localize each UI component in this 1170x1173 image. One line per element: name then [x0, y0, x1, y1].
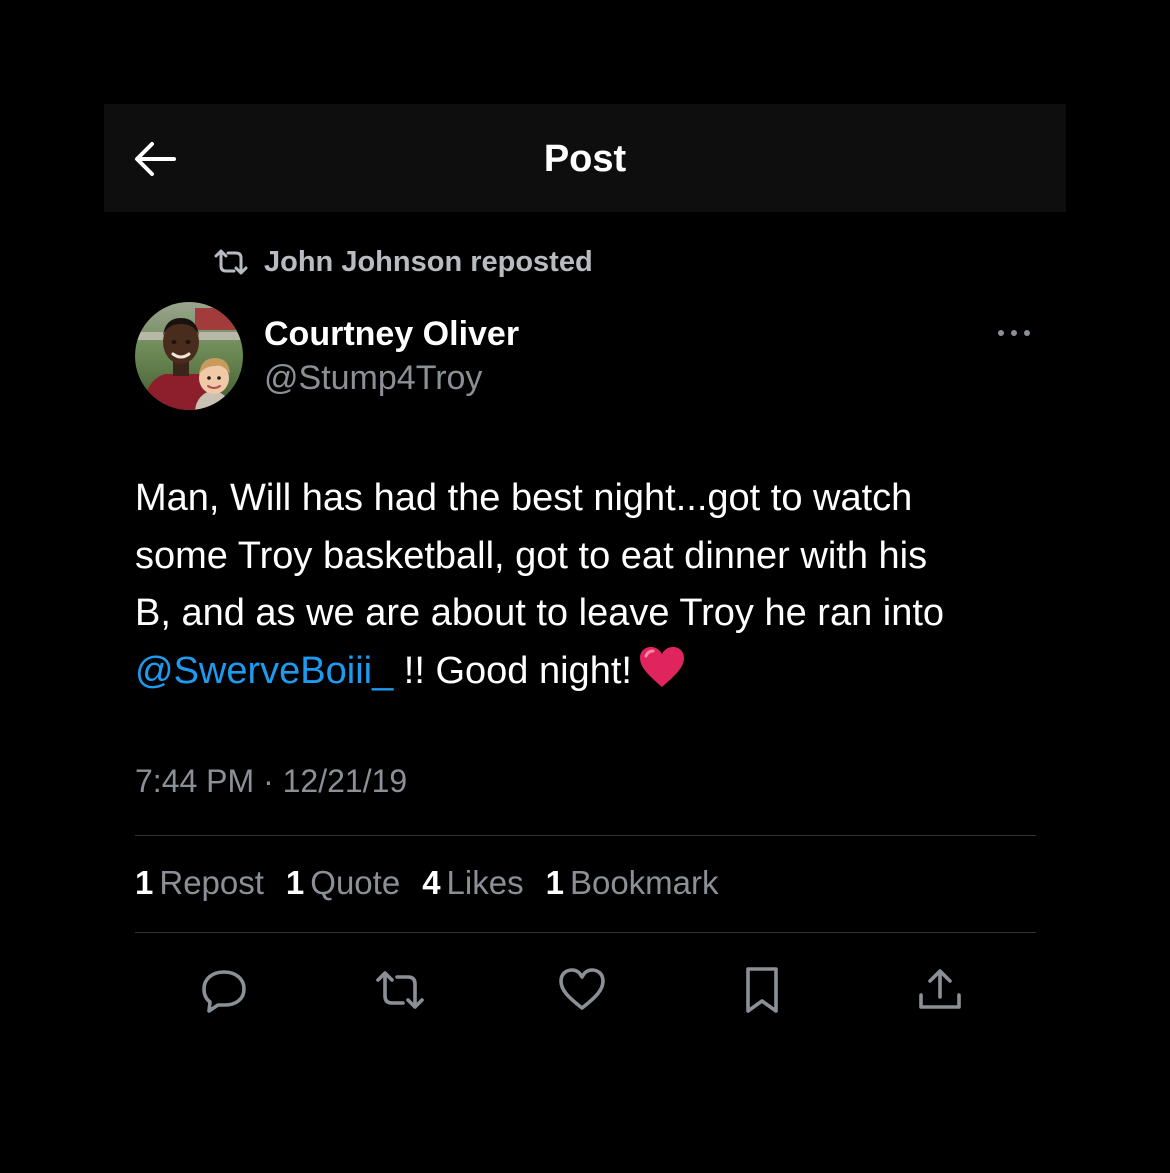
repost-icon	[214, 249, 248, 275]
stat-quotes[interactable]: 1 Quote	[286, 864, 400, 902]
stat-label: Bookmark	[569, 864, 719, 901]
divider	[135, 835, 1036, 836]
author-name[interactable]: Courtney Oliver	[264, 312, 519, 356]
stat-label: Repost	[159, 864, 264, 901]
share-button[interactable]	[912, 962, 968, 1018]
tweet-text-line: B, and as we are about to leave Troy he …	[135, 592, 945, 634]
red-heart-emoji	[638, 645, 686, 707]
action-bar	[0, 962, 1170, 1018]
engagement-stats: 1 Repost 1 Quote 4 Likes 1 Bookmark	[135, 864, 719, 902]
page-title: Post	[543, 138, 627, 180]
bookmark-icon	[746, 967, 778, 1013]
mention-link[interactable]: @SwerveBoiii_	[135, 650, 393, 692]
tweet-text-after-mention: !! Good night!	[393, 649, 632, 692]
reply-button[interactable]	[196, 962, 252, 1018]
tweet-text: Man, Will has had the best night...got t…	[135, 470, 1055, 706]
stat-count: 1	[285, 864, 305, 901]
repost-text: John Johnson reposted	[264, 245, 593, 278]
reply-icon	[202, 970, 246, 1013]
tweet-text-line: some Troy basketball, got to eat dinner …	[135, 534, 928, 577]
stat-label: Quote	[310, 864, 401, 901]
like-button[interactable]	[554, 962, 610, 1018]
avatar-photo	[135, 302, 243, 410]
more-options-button[interactable]	[990, 318, 1038, 348]
stat-count: 1	[545, 864, 564, 901]
avatar[interactable]	[135, 302, 243, 410]
repost-icon	[376, 971, 424, 1009]
stat-bookmarks[interactable]: 1 Bookmark	[546, 864, 719, 902]
top-bar: Post	[104, 104, 1066, 212]
stat-label: Likes	[446, 864, 524, 901]
timestamp-time: 7:44 PM	[135, 763, 255, 799]
tweet-text-line: @SwerveBoiii_ !! Good night!	[135, 643, 1055, 707]
repost-button[interactable]	[372, 962, 428, 1018]
divider	[135, 932, 1036, 933]
stat-count: 1	[135, 864, 154, 901]
stat-reposts[interactable]: 1 Repost	[135, 864, 264, 902]
share-icon	[919, 969, 961, 1009]
author-block: Courtney Oliver @Stump4Troy	[264, 312, 519, 400]
tweet-text-line: Man, Will has had the best night...got t…	[135, 477, 913, 519]
repost-indicator[interactable]: John Johnson reposted	[212, 242, 593, 282]
stat-likes[interactable]: 4 Likes	[422, 864, 523, 902]
timestamp[interactable]: 7:44 PM · 12/21/19	[135, 763, 407, 800]
stat-count: 4	[422, 864, 441, 901]
bookmark-button[interactable]	[734, 962, 790, 1018]
timestamp-separator: ·	[254, 763, 283, 799]
author-handle[interactable]: @Stump4Troy	[264, 356, 519, 400]
heart-icon	[559, 968, 605, 1010]
more-options-icon	[998, 330, 1030, 336]
timestamp-date: 12/21/19	[282, 763, 408, 799]
